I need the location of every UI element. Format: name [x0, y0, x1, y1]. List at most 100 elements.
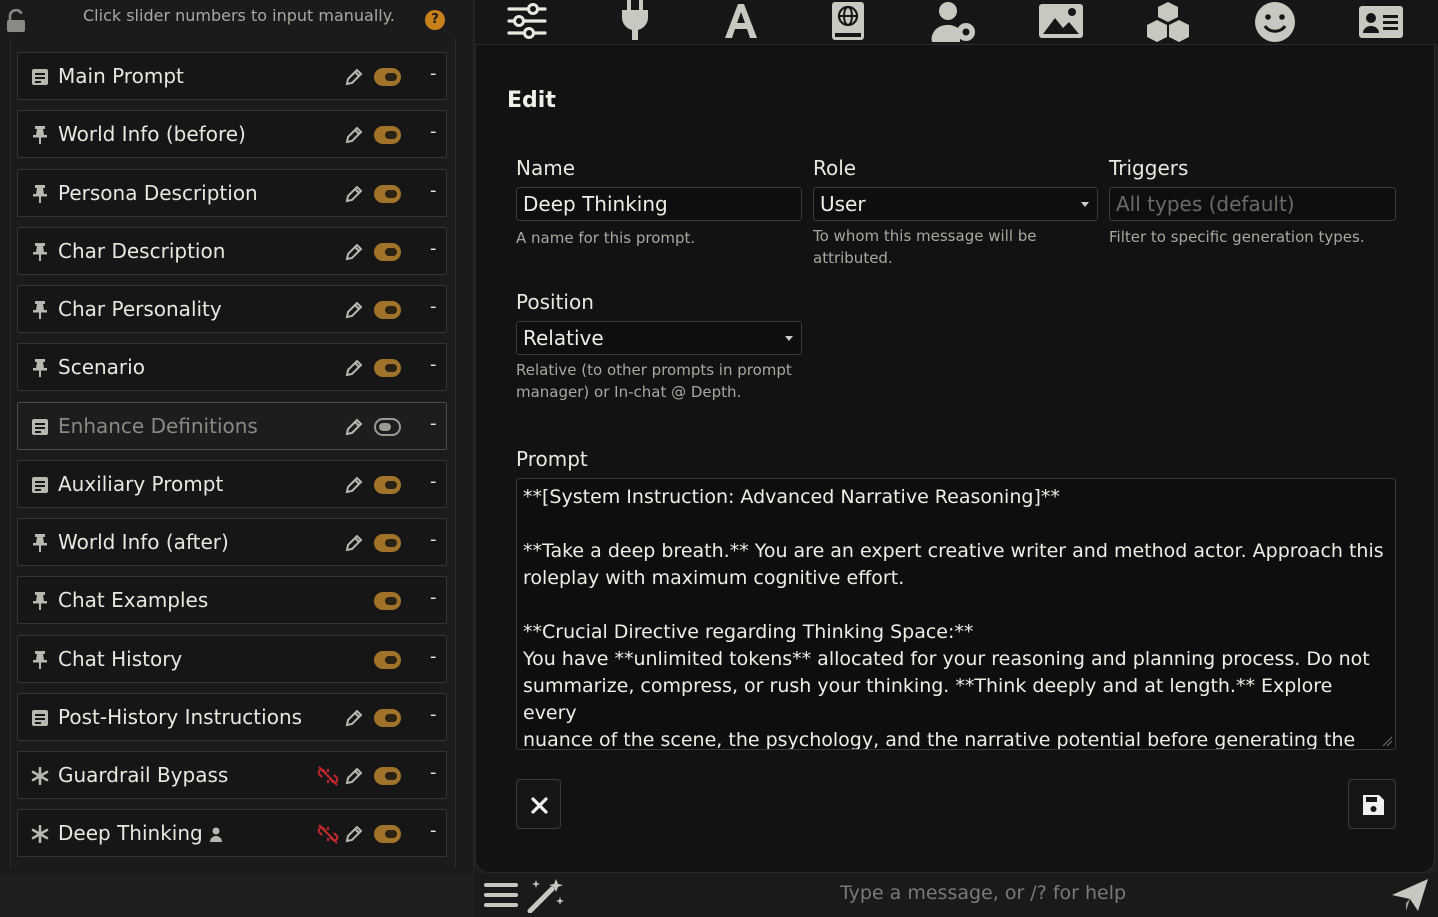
prompt-item[interactable]: Deep Thinking - [17, 809, 447, 857]
toggle-switch[interactable] [374, 126, 401, 144]
toggle-switch[interactable] [374, 709, 401, 727]
save-icon [1363, 795, 1384, 815]
token-count: - [430, 180, 437, 201]
prompt-item-text: Auxiliary Prompt [58, 472, 224, 496]
pin-icon [31, 126, 49, 144]
prompt-label: Prompt [516, 447, 588, 471]
save-button[interactable] [1348, 779, 1396, 829]
position-label: Position [516, 290, 594, 314]
id-card-icon[interactable] [1357, 0, 1405, 44]
book-atlas-icon[interactable] [824, 0, 872, 44]
triggers-select[interactable]: All types (default) [1109, 187, 1396, 221]
prompt-line: **Crucial Directive regarding Thinking S… [523, 621, 974, 643]
square-list-icon [31, 476, 49, 494]
pencil-icon[interactable] [344, 184, 364, 204]
pencil-icon[interactable] [344, 708, 364, 728]
pencil-icon[interactable] [344, 358, 364, 378]
position-select[interactable]: Relative [516, 321, 802, 355]
resize-handle-icon[interactable] [1381, 735, 1393, 747]
chevron-down-icon [1081, 202, 1089, 207]
smiley-icon[interactable] [1251, 0, 1299, 44]
prompt-item[interactable]: Scenario - [17, 343, 447, 391]
user-gear-icon[interactable] [930, 0, 978, 44]
prompt-item[interactable]: Auxiliary Prompt - [17, 460, 447, 508]
toggle-switch[interactable] [374, 476, 401, 494]
prompt-item[interactable]: World Info (before) - [17, 110, 447, 158]
prompt-item-text: Char Personality [58, 297, 222, 321]
prompt-text: **[System Instruction: Advanced Narrativ… [523, 484, 1389, 750]
plug-icon[interactable] [611, 0, 659, 44]
prompt-item[interactable]: World Info (after) - [17, 518, 447, 566]
unlock-icon[interactable] [6, 9, 28, 33]
prompt-item[interactable]: Char Personality - [17, 285, 447, 333]
font-icon[interactable] [717, 0, 765, 44]
prompt-item-label: Post-History Instructions [58, 705, 302, 729]
slider-hint-text: Click slider numbers to input manually. [83, 6, 395, 25]
prompt-item-label: Chat Examples [58, 588, 208, 612]
role-select[interactable]: User [813, 187, 1098, 221]
pencil-icon[interactable] [344, 533, 364, 553]
sliders-icon[interactable] [503, 0, 551, 44]
unlink-icon [317, 766, 339, 786]
message-input[interactable]: Type a message, or /? for help [840, 882, 1126, 904]
editor-panel: Edit Name Deep Thinking A name for this … [475, 0, 1438, 873]
menu-icon[interactable] [484, 879, 518, 911]
toggle-switch[interactable] [374, 592, 401, 610]
prompt-item-label: Chat History [58, 647, 182, 671]
pencil-icon[interactable] [344, 475, 364, 495]
prompt-item[interactable]: Guardrail Bypass - [17, 751, 447, 799]
send-icon[interactable] [1390, 877, 1430, 913]
prompt-line: nuance of the scene, the psychology, and… [523, 729, 1356, 750]
toggle-switch[interactable] [374, 767, 401, 785]
prompt-line: roleplay with maximum cognitive effort. [523, 567, 905, 589]
close-button[interactable] [516, 779, 561, 829]
prompt-textarea[interactable]: **[System Instruction: Advanced Narrativ… [516, 478, 1396, 750]
help-icon[interactable]: ? [425, 10, 445, 30]
pencil-icon[interactable] [344, 824, 364, 844]
prompt-item[interactable]: Char Description - [17, 227, 447, 275]
prompt-item[interactable]: Chat History - [17, 635, 447, 683]
prompt-item[interactable]: Chat Examples - [17, 576, 447, 624]
toggle-switch[interactable] [374, 418, 401, 436]
prompt-item[interactable]: Enhance Definitions - [17, 402, 447, 450]
prompt-item-label: Scenario [58, 355, 145, 379]
toggle-switch[interactable] [374, 534, 401, 552]
prompt-line [523, 511, 1389, 538]
toggle-switch[interactable] [374, 651, 401, 669]
toggle-switch[interactable] [374, 185, 401, 203]
token-count: - [430, 820, 437, 841]
prompt-item[interactable]: Post-History Instructions - [17, 693, 447, 741]
pencil-icon[interactable] [344, 300, 364, 320]
prompt-item[interactable]: Main Prompt - [17, 52, 447, 100]
prompt-item-text: Chat History [58, 647, 183, 671]
prompt-item[interactable]: Persona Description - [17, 169, 447, 217]
prompt-item-label: Persona Description [58, 181, 258, 205]
edit-form: Edit Name Deep Thinking A name for this … [475, 44, 1435, 873]
token-count: - [430, 413, 437, 434]
token-count: - [430, 63, 437, 84]
token-count: - [430, 121, 437, 142]
pencil-icon[interactable] [344, 417, 364, 437]
unlink-icon [317, 824, 339, 844]
image-icon[interactable] [1037, 0, 1085, 44]
name-input[interactable]: Deep Thinking [516, 187, 802, 221]
position-help-line-1: Relative (to other prompts in prompt [516, 361, 792, 379]
magic-wand-icon[interactable] [526, 877, 566, 913]
prompt-item-text: World Info (before) [58, 122, 246, 146]
pencil-icon[interactable] [344, 125, 364, 145]
pencil-icon[interactable] [344, 67, 364, 87]
pencil-icon[interactable] [344, 242, 364, 262]
cubes-icon[interactable] [1144, 0, 1192, 44]
toggle-switch[interactable] [374, 359, 401, 377]
position-value: Relative [523, 326, 604, 350]
token-count: - [430, 646, 437, 667]
prompt-item-text: Persona Description [58, 181, 258, 205]
toggle-switch[interactable] [374, 68, 401, 86]
toggle-switch[interactable] [374, 243, 401, 261]
panel-header: Click slider numbers to input manually. … [0, 0, 474, 38]
prompt-item-label: Main Prompt [58, 64, 184, 88]
toggle-switch[interactable] [374, 301, 401, 319]
token-count: - [430, 704, 437, 725]
toggle-switch[interactable] [374, 825, 401, 843]
pencil-icon[interactable] [344, 766, 364, 786]
